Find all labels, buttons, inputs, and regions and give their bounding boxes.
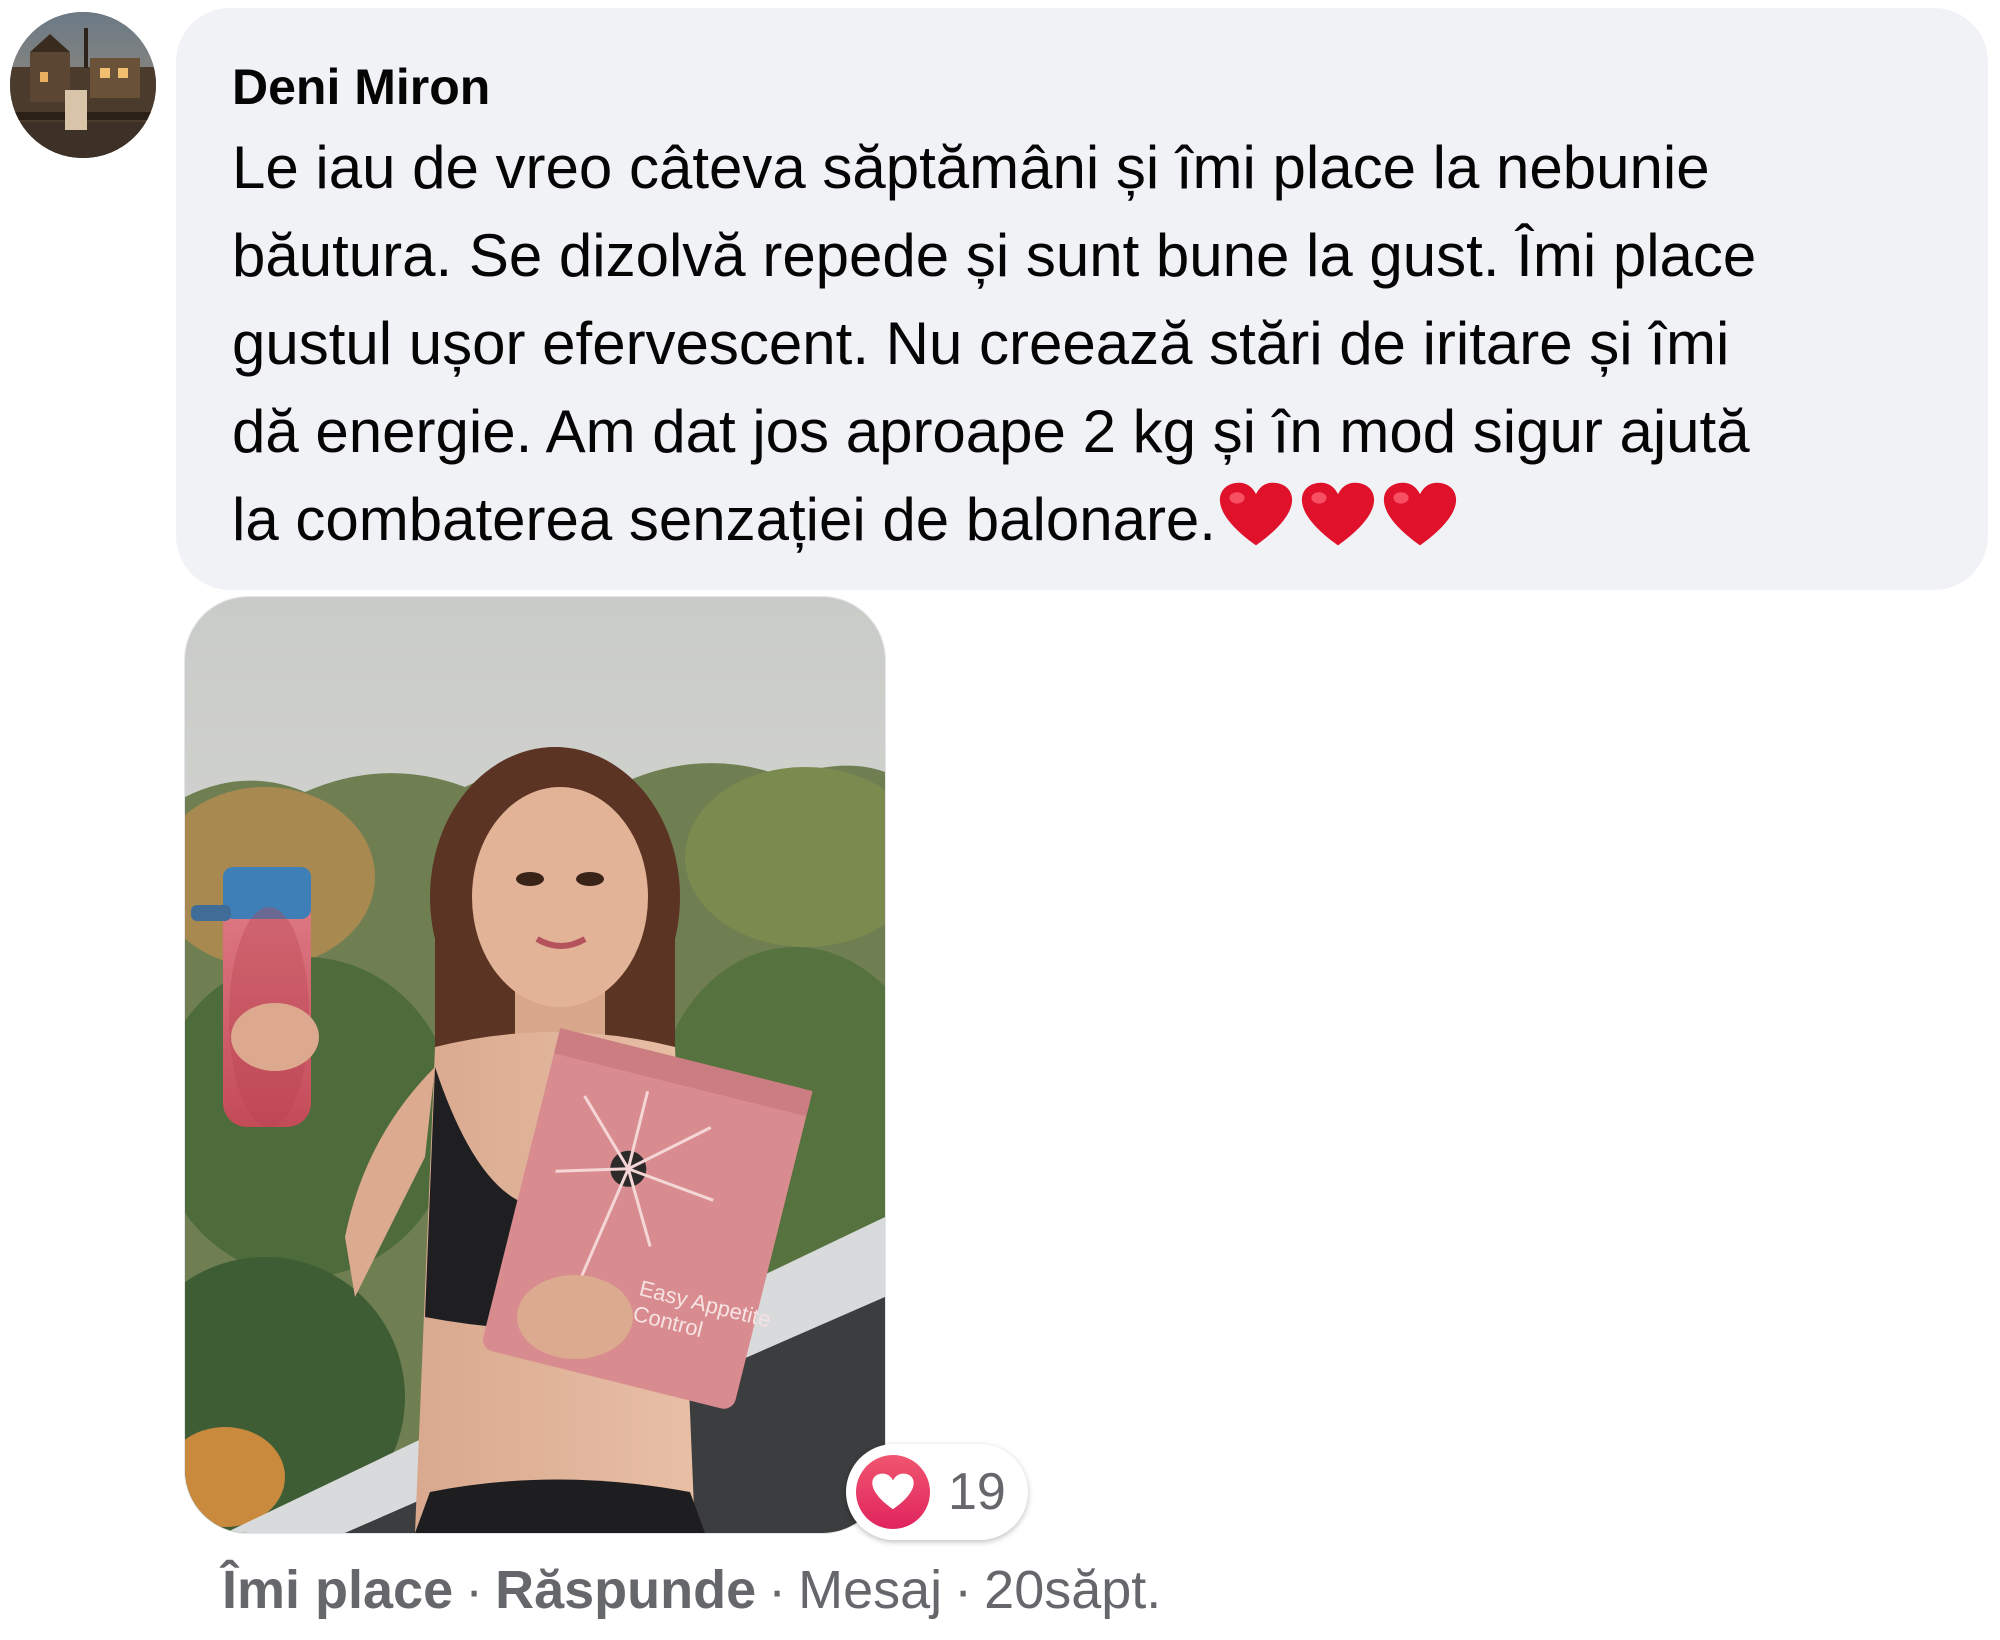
love-reaction-icon <box>856 1455 930 1529</box>
separator: · <box>465 1560 484 1620</box>
heart-emoji-icon <box>1219 482 1293 546</box>
heart-emoji-icon <box>1301 482 1375 546</box>
like-link[interactable]: Îmi place <box>222 1560 453 1620</box>
reply-link[interactable]: Răspunde <box>495 1560 756 1620</box>
comment-actions: Îmi place · Răspunde · Mesaj · 20săpt. <box>222 1550 1161 1630</box>
avatar[interactable] <box>10 12 156 158</box>
comment-line: Le iau de vreo câteva săptămâni și îmi p… <box>232 134 1710 201</box>
comment-line: băutura. Se dizolvă repede și sunt bune … <box>232 222 1757 289</box>
reaction-count-badge[interactable]: 19 <box>846 1444 1028 1540</box>
comment-line: gustul ușor efervescent. Nu creează stăr… <box>232 310 1730 377</box>
heart-emoji-group <box>1218 480 1464 574</box>
avatar-image <box>10 12 156 158</box>
message-link[interactable]: Mesaj <box>798 1560 942 1620</box>
heart-emoji-icon <box>1383 482 1457 546</box>
comment-author[interactable]: Deni Miron <box>232 50 1932 124</box>
comment-text: Le iau de vreo câteva săptămâni și îmi p… <box>232 124 1932 574</box>
separator: · <box>768 1560 787 1620</box>
timestamp[interactable]: 20săpt. <box>984 1560 1161 1620</box>
reaction-count: 19 <box>948 1463 1006 1521</box>
comment-photo[interactable]: Easy Appetite Control <box>184 596 886 1534</box>
comment-bubble: Deni Miron Le iau de vreo câteva săptămâ… <box>176 8 1988 590</box>
comment-line: dă energie. Am dat jos aproape 2 kg și î… <box>232 398 1750 465</box>
photo-image: Easy Appetite Control <box>185 597 885 1533</box>
comment-line-text: la combaterea senzației de balonare. <box>232 486 1216 553</box>
separator: · <box>954 1560 973 1620</box>
comment-line: la combaterea senzației de balonare. <box>232 476 1932 574</box>
